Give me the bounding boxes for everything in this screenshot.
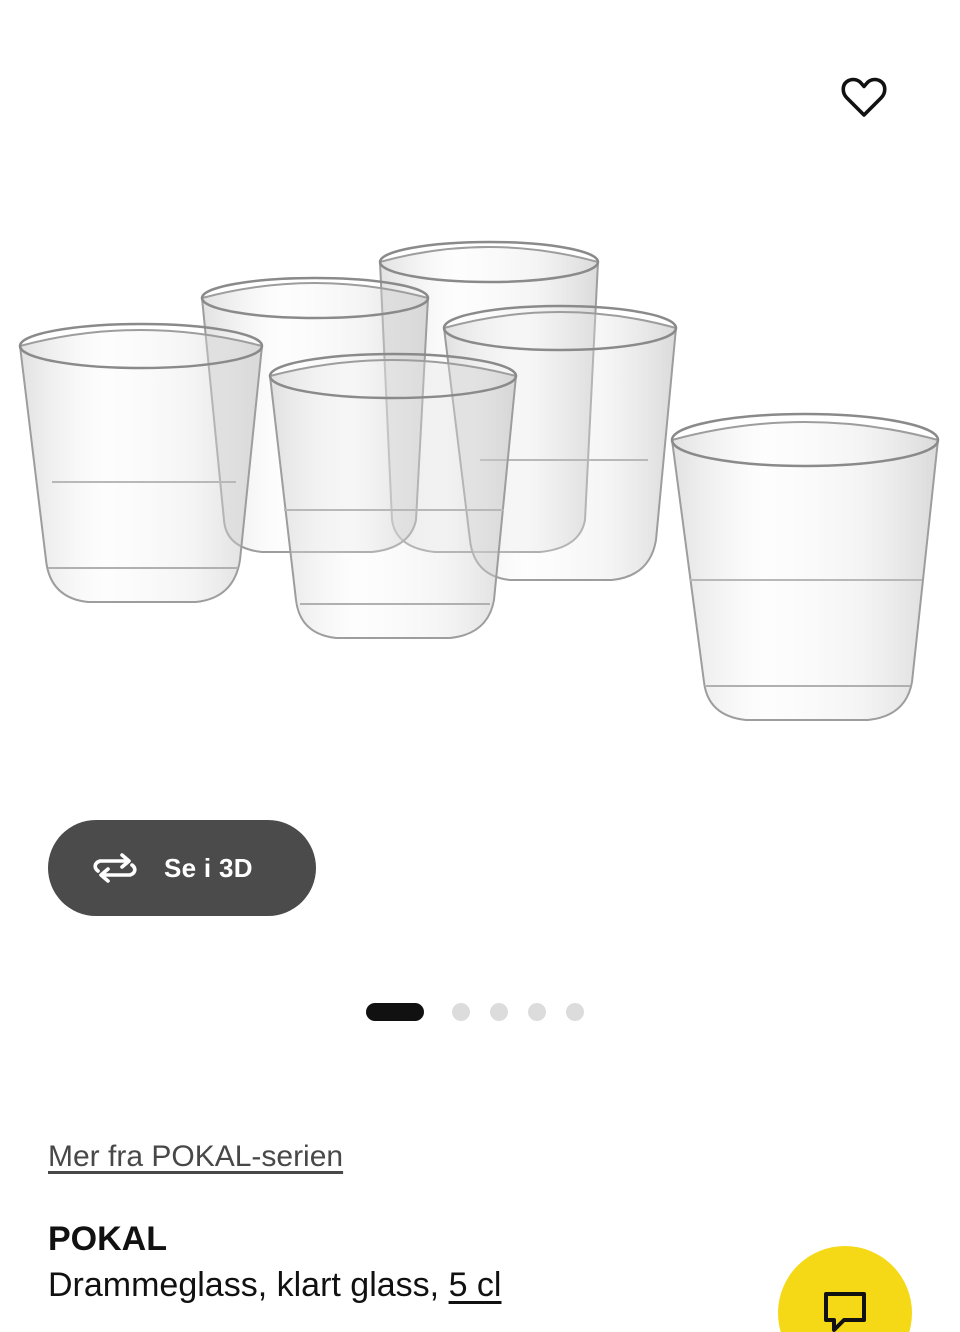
heart-outline-icon xyxy=(841,77,887,117)
product-description: Drammeglass, klart glass, 5 cl xyxy=(48,1266,501,1305)
pager-dot[interactable] xyxy=(452,1003,470,1021)
pager-dot[interactable] xyxy=(566,1003,584,1021)
chat-bubble-icon xyxy=(824,1292,866,1332)
pager-dot-active[interactable] xyxy=(366,1003,424,1021)
favorite-button[interactable] xyxy=(834,68,894,128)
product-description-text: Drammeglass, klart glass, xyxy=(48,1266,440,1304)
glass-shape xyxy=(268,352,518,639)
glass-shape xyxy=(18,322,264,603)
product-gallery[interactable]: Se i 3D xyxy=(0,0,960,1021)
pager-dot[interactable] xyxy=(528,1003,546,1021)
product-name: POKAL xyxy=(48,1220,167,1258)
pager-dot[interactable] xyxy=(490,1003,508,1021)
product-image xyxy=(18,240,940,721)
glass-shape xyxy=(670,412,940,721)
series-link[interactable]: Mer fra POKAL-serien xyxy=(48,1140,343,1174)
rotate-3d-icon xyxy=(90,848,144,888)
view-in-3d-button[interactable]: Se i 3D xyxy=(48,820,316,916)
chat-button[interactable] xyxy=(778,1246,912,1332)
view-in-3d-label: Se i 3D xyxy=(164,852,253,883)
image-pager xyxy=(0,1000,960,1024)
size-link[interactable]: 5 cl xyxy=(449,1266,502,1304)
